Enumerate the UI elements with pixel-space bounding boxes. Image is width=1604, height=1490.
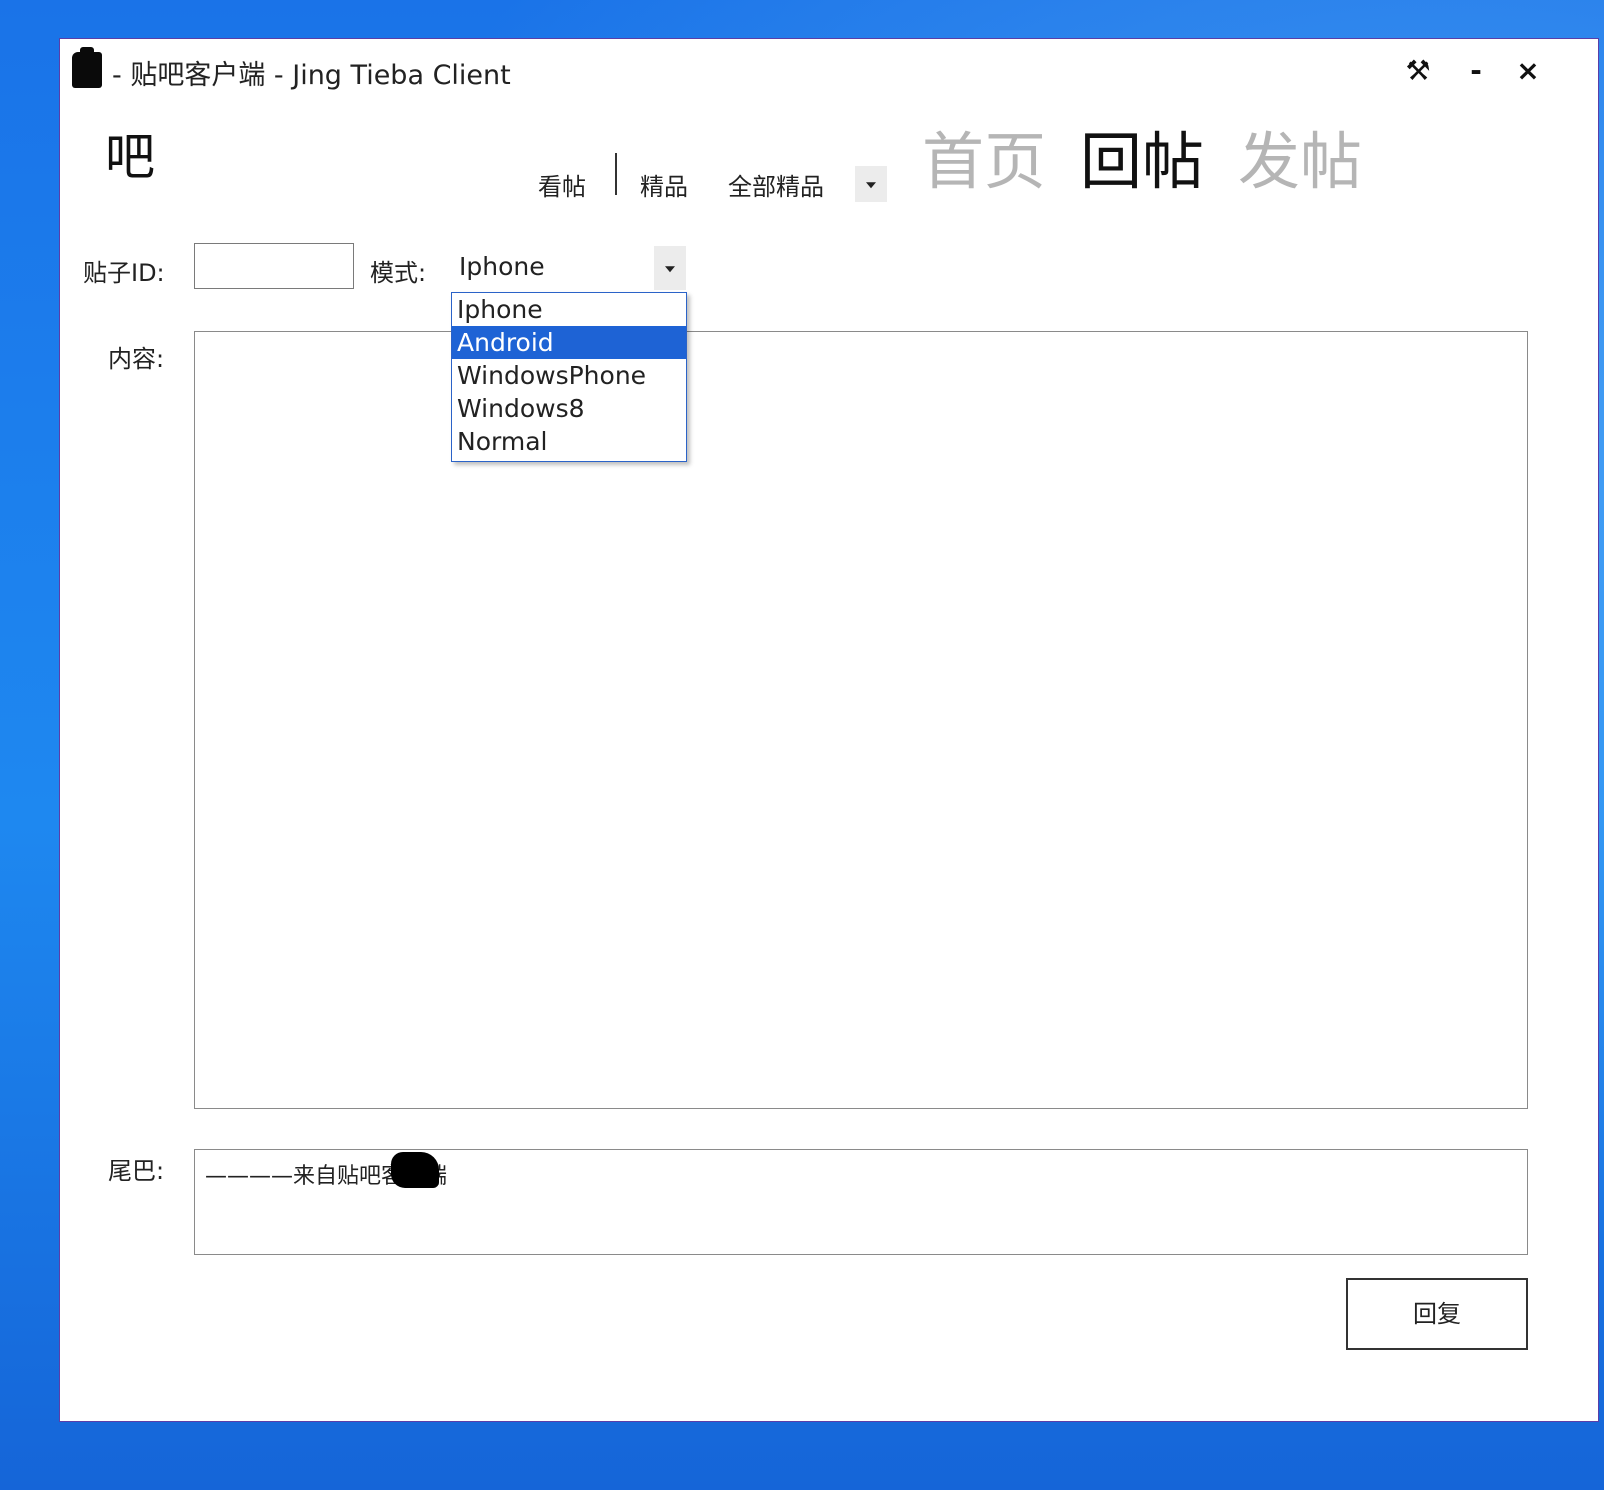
subnav-view-posts[interactable]: 看帖 [538, 167, 586, 202]
mode-select[interactable]: Iphone [450, 246, 686, 292]
redaction-mark [391, 1152, 439, 1188]
mode-dropdown-list: Iphone Android WindowsPhone Windows8 Nor… [451, 292, 687, 462]
chevron-down-icon [665, 266, 675, 273]
nav-reply[interactable]: 回帖 [1080, 111, 1204, 201]
mode-option-normal[interactable]: Normal [452, 425, 686, 458]
subnav-divider [615, 153, 617, 195]
window-title: - 贴吧客户端 - Jing Tieba Client [112, 60, 511, 91]
minimize-button[interactable]: - [1456, 51, 1496, 91]
nav-home[interactable]: 首页 [922, 111, 1046, 201]
chevron-down-icon [866, 182, 876, 189]
post-id-input[interactable] [194, 243, 354, 289]
close-button[interactable]: × [1508, 51, 1548, 91]
tools-icon[interactable]: ⚒ [1398, 51, 1438, 91]
mode-option-windowsphone[interactable]: WindowsPhone [452, 359, 686, 392]
subnav-featured[interactable]: 精品 [640, 167, 688, 202]
forum-name: 吧 [105, 128, 155, 186]
watermark: 知乎 @孙恒 [1282, 1374, 1507, 1423]
content-textarea[interactable] [194, 331, 1528, 1109]
nav-new-post[interactable]: 发帖 [1238, 111, 1362, 201]
post-id-label: 贴子ID: [83, 259, 165, 287]
content-label: 内容: [108, 345, 165, 373]
mode-dropdown-arrow[interactable] [654, 246, 686, 290]
reply-button[interactable]: 回复 [1346, 1278, 1528, 1350]
mode-label: 模式: [370, 259, 427, 287]
tail-label: 尾巴: [108, 1157, 165, 1185]
subnav-all-featured[interactable]: 全部精品 [728, 167, 824, 202]
featured-dropdown-button[interactable] [855, 166, 887, 202]
mode-option-windows8[interactable]: Windows8 [452, 392, 686, 425]
mode-select-value: Iphone [459, 252, 545, 281]
mode-option-android[interactable]: Android [452, 326, 686, 359]
mode-option-iphone[interactable]: Iphone [452, 293, 686, 326]
app-logo-icon [72, 47, 102, 88]
app-window: - 贴吧客户端 - Jing Tieba Client ⚒ - × 吧 看帖 精… [59, 38, 1599, 1422]
tail-textarea[interactable]: ————来自贴吧客户端 [194, 1149, 1528, 1255]
